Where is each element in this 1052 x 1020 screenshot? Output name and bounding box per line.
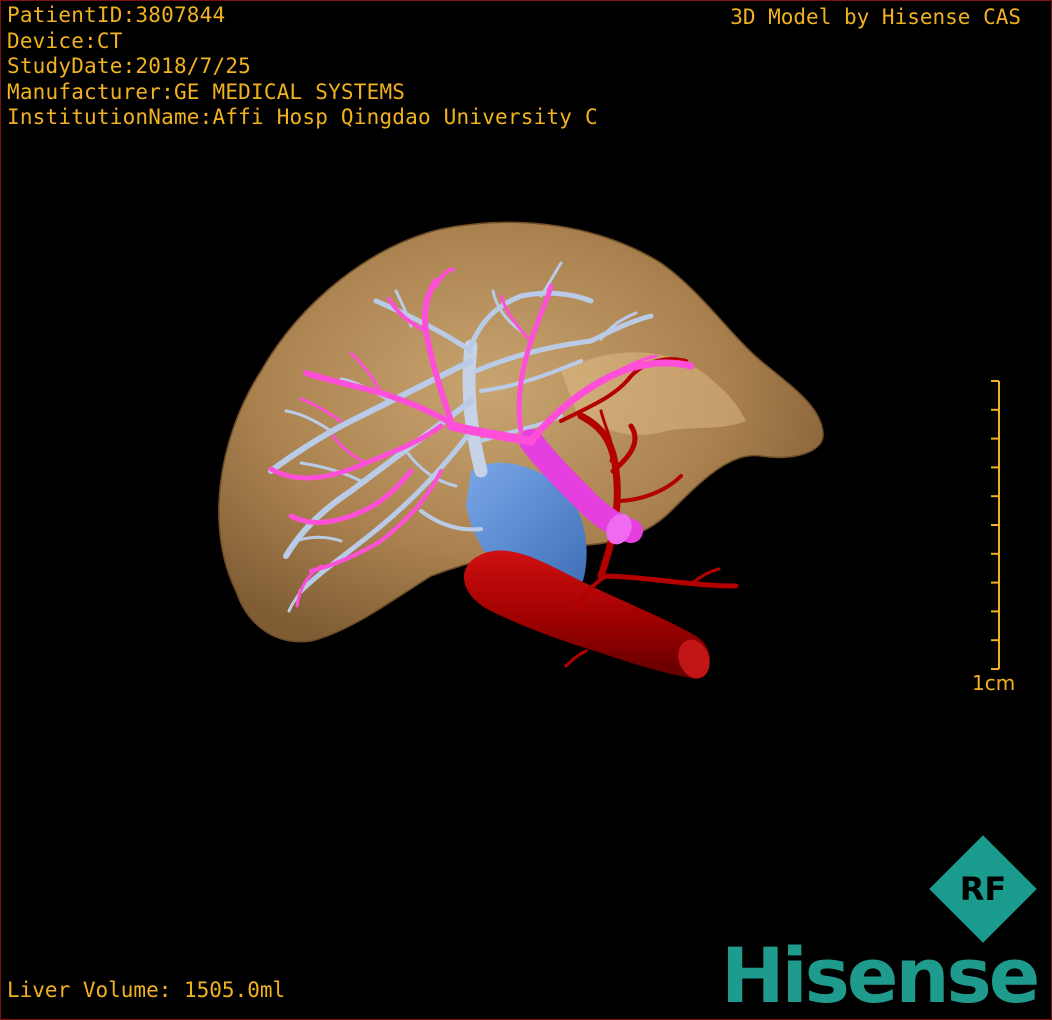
manufacturer-text: Manufacturer:GE MEDICAL SYSTEMS: [7, 79, 406, 104]
liver-volume-text: Liver Volume: 1505.0ml: [7, 978, 286, 1002]
3d-viewport[interactable]: PatientID:3807844 Device:CT StudyDate:20…: [0, 0, 1052, 1020]
patient-id-text: PatientID:3807844: [7, 3, 226, 27]
rf-logo: RF: [929, 835, 1037, 943]
study-date-text: StudyDate:2018/7/25: [7, 54, 252, 78]
aorta: [463, 550, 710, 679]
study-info-panel: PatientID:3807844 Device:CT StudyDate:20…: [7, 3, 598, 131]
model-credit-text: 3D Model by Hisense CAS: [730, 5, 1021, 29]
hisense-logo: Hisense: [721, 931, 1040, 1020]
device-text: Device:CT: [7, 28, 123, 53]
rf-badge-text: RF: [959, 870, 1007, 908]
institution-text: InstitutionName:Affi Hosp Qingdao Univer…: [7, 105, 598, 129]
scale-bar-label: 1cm: [972, 671, 1016, 695]
liver-3d-model[interactable]: [1, 1, 1051, 1019]
